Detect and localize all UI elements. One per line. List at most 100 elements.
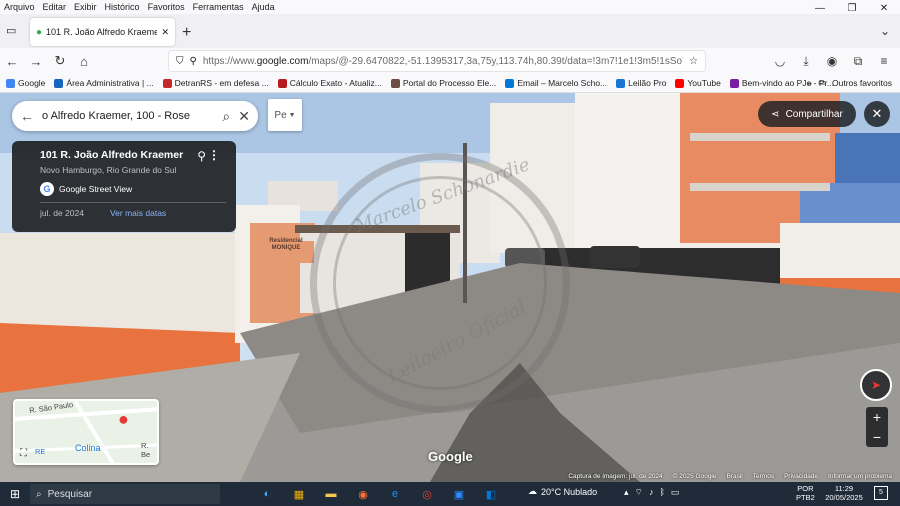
- weather-widget[interactable]: ☁ 20°C Nublado: [528, 486, 597, 497]
- bookmark-email[interactable]: Email – Marcelo Scho...: [505, 78, 607, 88]
- chevron-down-icon[interactable]: ⌄: [880, 24, 890, 38]
- menu-bar: Arquivo Editar Exibir Histórico Favorito…: [0, 0, 900, 14]
- edge-app-icon[interactable]: ◐: [256, 485, 278, 503]
- source-label: G Google Street View: [40, 182, 226, 196]
- zoom-control: + −: [866, 407, 888, 447]
- zoom-app-icon[interactable]: ▣: [448, 485, 470, 503]
- cloud-icon: ☁: [528, 486, 537, 496]
- url-bar[interactable]: ⛉ ⚲ https://www.google.com/maps/@-29.647…: [168, 50, 706, 72]
- expand-icon[interactable]: ⛶: [20, 448, 27, 459]
- nav-bar: ← → ↻ ⌂ ⛉ ⚲ https://www.google.com/maps/…: [0, 48, 900, 74]
- download-icon[interactable]: ⤓: [794, 50, 818, 72]
- bluetooth-icon[interactable]: ᛒ: [660, 487, 665, 498]
- share-icon: ⋖: [771, 108, 780, 120]
- extensions-icon[interactable]: ⧉: [846, 50, 870, 72]
- close-icon[interactable]: ✕: [238, 108, 250, 125]
- menu-arquivo[interactable]: Arquivo: [0, 2, 39, 12]
- report-problem-link[interactable]: Informar um problema: [828, 473, 892, 480]
- menu-ajuda[interactable]: Ajuda: [248, 2, 279, 12]
- language-indicator[interactable]: POR PTB2: [796, 484, 815, 502]
- forward-icon[interactable]: →: [24, 54, 48, 69]
- store-app-icon[interactable]: ▦: [288, 485, 310, 503]
- toolbar-right: ◡ ⤓ ◉ ⧉ ≡: [768, 50, 896, 72]
- taskbar-search[interactable]: ⌕ Pesquisar: [30, 484, 220, 504]
- volume-icon[interactable]: ♪: [649, 487, 654, 498]
- more-dates-link[interactable]: Ver mais datas: [110, 208, 166, 218]
- back-icon[interactable]: ←: [0, 54, 24, 69]
- tab-list-icon[interactable]: ▭: [6, 24, 16, 37]
- firefox-app-icon[interactable]: ◉: [352, 485, 374, 503]
- pocket-icon[interactable]: ◡: [768, 50, 792, 72]
- home-icon[interactable]: ⌂: [72, 54, 96, 69]
- bookmark-area-admin[interactable]: Área Administrativa | ...: [54, 78, 154, 88]
- google-logo: Google: [428, 449, 473, 464]
- url-text[interactable]: https://www.google.com/maps/@-29.6470822…: [203, 56, 683, 67]
- country-link[interactable]: Brasil: [727, 473, 743, 480]
- capture-info: Captura de imagem: jul. de 2024: [568, 473, 663, 480]
- tab-close-icon[interactable]: ✕: [161, 27, 169, 38]
- minimap-re-label: RE: [35, 447, 46, 456]
- more-chevrons-icon[interactable]: »: [807, 78, 812, 88]
- building-sign: Residencial MONIQUE: [269, 238, 303, 251]
- close-street-view-button[interactable]: ✕: [864, 101, 890, 127]
- bookmarks-bar: Google Área Administrativa | ... DetranR…: [0, 74, 900, 93]
- bookmark-youtube[interactable]: YouTube: [675, 78, 721, 88]
- permissions-icon[interactable]: ⚲: [190, 56, 197, 67]
- bookmark-calculo[interactable]: Cálculo Exato - Atualiz...: [277, 78, 382, 88]
- new-tab-icon[interactable]: +: [182, 24, 191, 42]
- minimap[interactable]: R. São Paulo Colina R. Be RE ● ⛶: [13, 399, 159, 465]
- zoom-out-icon[interactable]: −: [873, 429, 881, 445]
- shield-icon[interactable]: ⛉: [176, 56, 184, 67]
- pegman-dropdown-button[interactable]: Pe ▼: [268, 99, 302, 131]
- back-arrow-icon[interactable]: ←: [20, 108, 34, 124]
- share-button[interactable]: ⋖ Compartilhar: [758, 101, 856, 127]
- minimap-street-2: R. Be: [141, 441, 151, 459]
- menu-ferramentas[interactable]: Ferramentas: [189, 2, 248, 12]
- search-icon: ⌕: [36, 488, 42, 500]
- clock[interactable]: 11:29 20/05/2025: [824, 484, 864, 502]
- location-info-card: 101 R. João Alfredo Kraemer Novo Hamburg…: [12, 141, 236, 232]
- notification-badge[interactable]: 5: [874, 486, 888, 500]
- file-explorer-icon[interactable]: ▬: [320, 485, 342, 503]
- menu-exibir[interactable]: Exibir: [70, 2, 101, 12]
- search-box[interactable]: ← o Alfredo Kraemer, 100 - Rose ⌕ ✕: [12, 101, 258, 131]
- compass-icon[interactable]: ➤: [860, 369, 892, 401]
- tab-active[interactable]: ● 101 R. João Alfredo Kraemer - G ✕: [30, 18, 175, 46]
- copyright: © 2025 Google: [672, 473, 717, 480]
- bookmark-detran[interactable]: DetranRS - em defesa ...: [162, 78, 269, 88]
- map-marker-icon: ●: [118, 409, 129, 429]
- tab-title: 101 R. João Alfredo Kraemer - G: [46, 27, 158, 37]
- network-icon[interactable]: ⌔: [635, 487, 643, 498]
- google-g-icon: G: [40, 182, 54, 196]
- chrome-app-icon[interactable]: ◎: [416, 485, 438, 503]
- map-pin-favicon-icon: ●: [36, 26, 43, 38]
- ie-app-icon[interactable]: e: [384, 485, 406, 503]
- reload-icon[interactable]: ↻: [48, 53, 72, 69]
- privacy-link[interactable]: Privacidade: [784, 473, 818, 480]
- city-label: Novo Hamburgo, Rio Grande do Sul: [40, 165, 177, 175]
- taskbar: ⊞ ⌕ Pesquisar ◐ ▦ ▬ ◉ e ◎ ▣ ◧ ☁ 20°C Nubl…: [0, 482, 900, 506]
- location-pin-icon[interactable]: ⚲: [197, 149, 206, 163]
- bookmark-star-icon[interactable]: ☆: [689, 56, 698, 67]
- menu-hamburger-icon[interactable]: ≡: [872, 50, 896, 72]
- battery-icon[interactable]: ▭: [671, 487, 680, 498]
- tray-icon[interactable]: ▴: [624, 487, 629, 498]
- zoom-in-icon[interactable]: +: [873, 409, 881, 425]
- folder-icon: ▭: [817, 77, 826, 87]
- more-options-icon[interactable]: ⋮: [208, 148, 220, 162]
- search-icon[interactable]: ⌕: [222, 108, 230, 125]
- bookmark-leilao[interactable]: Leilão Pro: [616, 78, 666, 88]
- search-input[interactable]: o Alfredo Kraemer, 100 - Rose: [42, 110, 214, 122]
- terms-link[interactable]: Termos: [753, 473, 774, 480]
- menu-favoritos[interactable]: Favoritos: [144, 2, 189, 12]
- menu-historico[interactable]: Histórico: [101, 2, 144, 12]
- bookmark-google[interactable]: Google: [6, 78, 45, 88]
- street-view-panorama[interactable]: Marcelo Schonardie Leiloeiro Oficial Res…: [0, 93, 900, 482]
- minimap-place: Colina: [75, 443, 101, 453]
- other-bookmarks[interactable]: » ▭ Outros favoritos: [807, 77, 892, 88]
- account-icon[interactable]: ◉: [820, 50, 844, 72]
- bookmark-portal[interactable]: Portal do Processo Ele...: [390, 78, 496, 88]
- menu-editar[interactable]: Editar: [39, 2, 71, 12]
- windows-start-icon[interactable]: ⊞: [0, 487, 30, 501]
- outlook-app-icon[interactable]: ◧: [480, 485, 502, 503]
